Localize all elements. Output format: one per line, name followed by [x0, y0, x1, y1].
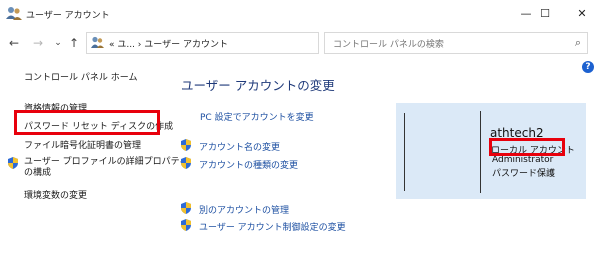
title-bar: ユーザー アカウント — ☐ ✕	[0, 0, 600, 27]
up-button[interactable]: ↑	[66, 35, 82, 51]
uac-shield-icon	[181, 157, 191, 169]
maximize-button[interactable]: ☐	[525, 0, 565, 27]
close-icon: ✕	[577, 7, 587, 20]
recent-locations-button[interactable]: ⌄	[50, 35, 66, 51]
forward-arrow-icon: →	[32, 36, 44, 50]
link-change-account-name[interactable]: アカウント名の変更	[199, 140, 280, 153]
link-manage-other-account[interactable]: 別のアカウントの管理	[199, 203, 289, 216]
account-picture-frame-right	[480, 111, 481, 193]
left-link-profile-line1: ユーザー プロファイルの詳細プロパティ	[24, 157, 189, 167]
uac-shield-icon	[8, 157, 18, 169]
uac-shield-icon	[181, 202, 191, 214]
uac-shield-icon	[181, 139, 191, 151]
forward-button[interactable]: →	[30, 35, 46, 51]
close-button[interactable]: ✕	[562, 0, 600, 27]
user-accounts-icon	[6, 7, 22, 20]
left-link-advanced-profile-properties[interactable]: ユーザー プロファイルの詳細プロパティ の構成	[24, 157, 188, 179]
link-change-account-type[interactable]: アカウントの種類の変更	[199, 158, 298, 171]
back-arrow-icon: ←	[8, 36, 20, 50]
account-picture-frame-left	[404, 113, 405, 191]
left-link-profile-line2: の構成	[24, 168, 52, 178]
search-placeholder: コントロール パネルの検索	[333, 40, 444, 50]
highlight-box-local-account	[489, 138, 565, 156]
maximize-icon: ☐	[540, 7, 550, 20]
up-arrow-icon: ↑	[68, 36, 80, 50]
address-bar[interactable]: « ユ... › ユーザー アカウント ⌄ ↻	[86, 32, 393, 54]
left-link-control-panel-home[interactable]: コントロール パネル ホーム	[24, 70, 137, 83]
search-input[interactable]: コントロール パネルの検索 ⌕	[324, 32, 588, 54]
account-role: Administrator	[492, 155, 554, 165]
account-password-status: パスワード保護	[492, 169, 556, 179]
left-link-environment-variables[interactable]: 環境変数の変更	[24, 188, 87, 201]
uac-shield-icon	[181, 219, 191, 231]
breadcrumb[interactable]: « ユ... › ユーザー アカウント	[109, 37, 228, 50]
link-pc-settings[interactable]: PC 設定でアカウントを変更	[200, 110, 314, 123]
control-panel-icon	[91, 36, 104, 48]
chevron-down-icon: ⌄	[54, 38, 62, 48]
help-icon: ?	[585, 62, 591, 72]
page-title: ユーザー アカウントの変更	[181, 78, 335, 93]
link-uac-settings[interactable]: ユーザー アカウント制御設定の変更	[199, 220, 346, 233]
left-link-file-encryption[interactable]: ファイル暗号化証明書の管理	[24, 138, 141, 151]
search-icon[interactable]: ⌕	[575, 36, 581, 50]
back-button[interactable]: ←	[6, 35, 22, 51]
window-title: ユーザー アカウント	[26, 11, 110, 21]
highlight-box-password-reset	[14, 110, 160, 135]
help-button[interactable]: ?	[582, 61, 594, 73]
